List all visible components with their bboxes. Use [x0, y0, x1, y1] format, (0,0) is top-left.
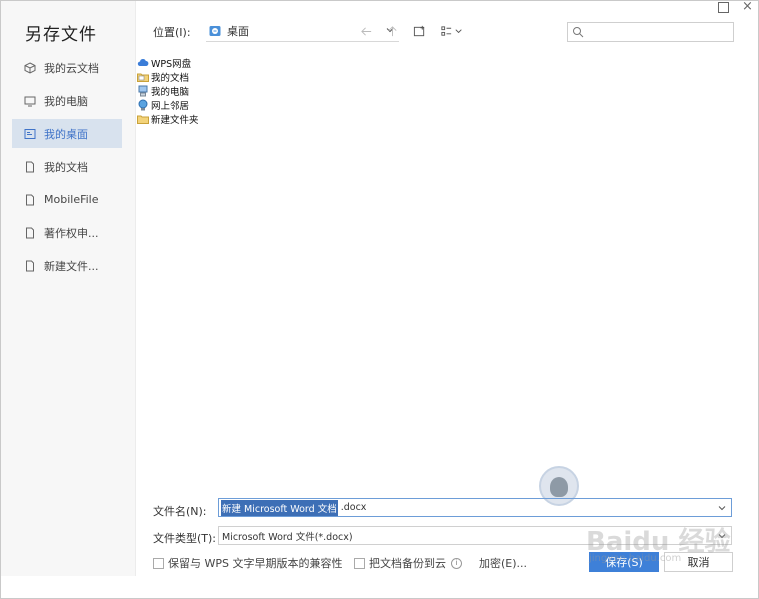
filetype-value: Microsoft Word 文件(*.docx)	[222, 531, 353, 543]
file-list: WPS网盘 我的文档 我的电脑 网上邻居 新建文件夹	[137, 56, 199, 126]
monitor-icon	[24, 95, 36, 107]
file-name: 新建文件夹	[151, 115, 199, 126]
filename-selected-text: 新建 Microsoft Word 文档	[221, 499, 338, 516]
new-folder-button[interactable]	[412, 24, 426, 38]
sidebar-item-copyright[interactable]: 著作权申...	[12, 218, 122, 247]
file-name: 网上邻居	[151, 101, 190, 112]
new-folder-icon	[413, 25, 424, 36]
sidebar-item-label: 我的桌面	[44, 127, 88, 141]
document-icon	[24, 260, 36, 272]
encrypt-button[interactable]: 加密(E)...	[479, 555, 527, 571]
search-icon	[573, 27, 584, 38]
chevron-down-icon	[718, 506, 726, 511]
file-name: WPS网盘	[151, 59, 192, 70]
close-button[interactable]: ×	[742, 0, 753, 14]
sidebar-item-label: 我的电脑	[44, 94, 88, 108]
chevron-down-icon	[718, 534, 726, 539]
sidebar-item-my-computer[interactable]: 我的电脑	[12, 86, 122, 115]
checkbox-icon	[153, 557, 164, 569]
save-dialog: 另存文件 我的云文档 我的电脑 我的桌面 我的文档 MobileFile 著作权…	[0, 0, 759, 599]
computer-icon	[138, 85, 148, 97]
backup-cloud-checkbox[interactable]: 把文档备份到云 i	[354, 555, 462, 571]
backup-label: 把文档备份到云	[369, 557, 446, 570]
toolbar: 位置(I): 桌面	[151, 21, 741, 43]
location-value: 桌面	[227, 25, 249, 38]
document-icon	[24, 161, 36, 173]
search-input[interactable]	[567, 22, 734, 42]
sidebar-item-label: 新建文件...	[44, 259, 99, 273]
list-item[interactable]: 我的电脑	[137, 84, 199, 98]
sidebar-item-label: 我的文档	[44, 160, 88, 174]
cloud-drive-icon	[137, 59, 149, 66]
sidebar-item-label: MobileFile	[44, 193, 99, 206]
sidebar-item-my-desktop[interactable]: 我的桌面	[12, 119, 122, 148]
sidebar-item-mobilefile[interactable]: MobileFile	[12, 185, 122, 214]
folder-docs-icon	[137, 73, 149, 82]
checkbox-icon	[354, 557, 365, 569]
restore-button[interactable]	[718, 2, 729, 13]
sidebar-item-label: 著作权申...	[44, 226, 99, 240]
list-item[interactable]: WPS网盘	[137, 56, 199, 70]
back-button[interactable]	[359, 24, 373, 38]
arrow-left-icon	[360, 26, 371, 36]
mascot-face-icon	[550, 477, 568, 497]
cancel-button[interactable]: 取消	[664, 552, 733, 572]
sidebar-item-new-folder[interactable]: 新建文件...	[12, 251, 122, 280]
filetype-label: 文件类型(T):	[153, 532, 217, 545]
compat-label: 保留与 WPS 文字早期版本的兼容性	[168, 557, 343, 570]
list-item[interactable]: 我的文档	[137, 70, 199, 84]
location-label: 位置(I):	[153, 26, 191, 39]
compat-checkbox[interactable]: 保留与 WPS 文字早期版本的兼容性	[153, 555, 342, 571]
sidebar-item-label: 我的云文档	[44, 61, 99, 75]
filename-label: 文件名(N):	[153, 505, 207, 518]
filename-input[interactable]: 新建 Microsoft Word 文档 .docx	[218, 498, 732, 517]
desktop-icon	[24, 128, 36, 140]
file-name: 我的电脑	[151, 87, 190, 98]
list-view-icon	[441, 25, 462, 36]
desktop-icon	[209, 26, 221, 36]
view-mode-button[interactable]	[440, 24, 466, 38]
filename-extension: .docx	[340, 502, 367, 513]
filetype-select[interactable]: Microsoft Word 文件(*.docx)	[218, 526, 732, 545]
sidebar: 另存文件 我的云文档 我的电脑 我的桌面 我的文档 MobileFile 著作权…	[1, 1, 136, 576]
file-name: 我的文档	[151, 73, 190, 84]
document-icon	[24, 194, 36, 206]
up-button[interactable]	[385, 24, 399, 38]
sidebar-item-cloud-docs[interactable]: 我的云文档	[12, 53, 122, 82]
arrow-up-icon	[387, 25, 397, 36]
info-icon[interactable]: i	[451, 557, 462, 569]
list-item[interactable]: 网上邻居	[137, 98, 199, 112]
dialog-title: 另存文件	[25, 25, 97, 45]
folder-icon	[137, 115, 149, 124]
sidebar-nav: 我的云文档 我的电脑 我的桌面 我的文档 MobileFile 著作权申... …	[12, 53, 122, 284]
sidebar-item-my-documents[interactable]: 我的文档	[12, 152, 122, 181]
list-item[interactable]: 新建文件夹	[137, 112, 199, 126]
network-icon	[138, 99, 148, 111]
save-button[interactable]: 保存(S)	[589, 552, 659, 572]
document-icon	[24, 227, 36, 239]
cloud-cube-icon	[24, 61, 36, 74]
